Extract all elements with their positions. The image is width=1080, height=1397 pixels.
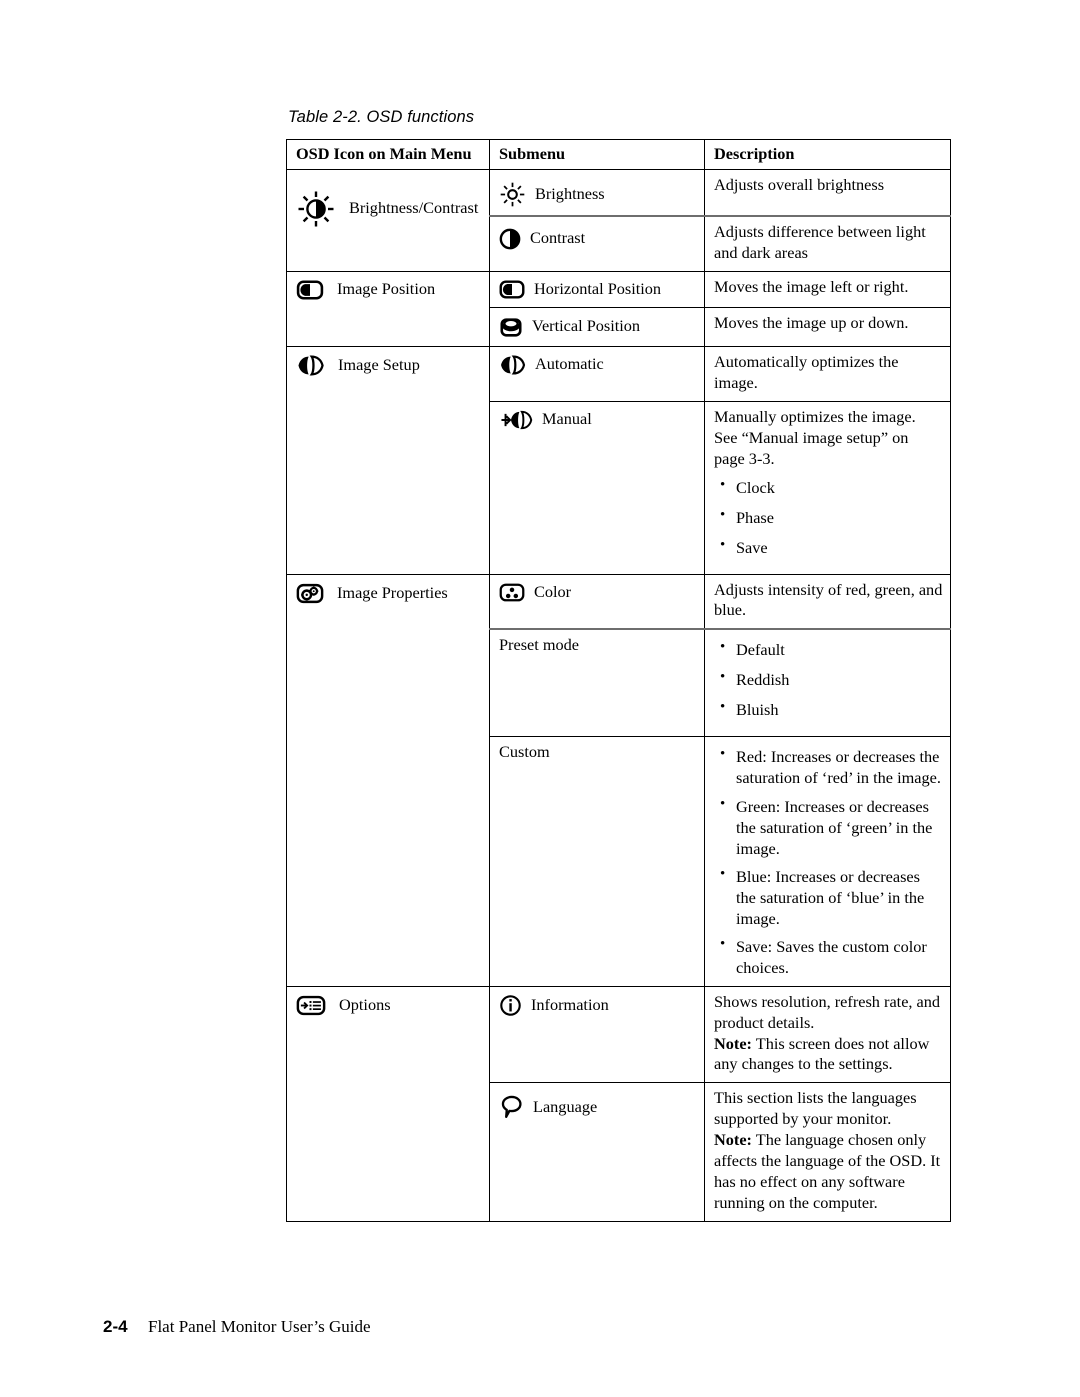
- list-item: Blue: Increases or decreases the saturat…: [714, 865, 943, 929]
- submenu-color: Color: [489, 573, 705, 630]
- submenu-label: Vertical Position: [532, 316, 641, 336]
- submenu-automatic: Automatic: [489, 345, 705, 402]
- main-menu-label: Options: [339, 994, 391, 1014]
- main-menu-image-position: Image Position: [286, 270, 490, 347]
- footer-title: Flat Panel Monitor User’s Guide: [148, 1317, 371, 1336]
- bullet-list: Default Reddish Bluish: [714, 638, 943, 720]
- brightness-sun-icon: [499, 181, 526, 208]
- header-osd-icon: OSD Icon on Main Menu: [286, 139, 490, 170]
- note-line: Note: The language chosen only affects t…: [714, 1130, 943, 1214]
- description-cell: Manually optimizes the image. See “Manua…: [704, 400, 951, 575]
- description-text: Adjusts difference between light and dar…: [714, 221, 926, 262]
- brightness-contrast-icon: [296, 189, 336, 229]
- image-properties-icon: [296, 582, 324, 605]
- main-menu-label: Image Properties: [337, 582, 448, 602]
- submenu-label: Contrast: [530, 228, 586, 248]
- submenu-horizontal-position: Horizontal Position: [489, 270, 705, 308]
- main-menu-label: Brightness/Contrast: [349, 198, 479, 218]
- main-menu-brightness-contrast: Brightness/Contrast: [286, 168, 490, 272]
- page-footer: 2-4 Flat Panel Monitor User’s Guide: [103, 1317, 371, 1337]
- submenu-preset-mode: Preset mode: [489, 628, 705, 738]
- list-item: Save: Saves the custom color choices.: [714, 935, 943, 978]
- color-icon: [499, 582, 525, 603]
- list-item: Green: Increases or decreases the satura…: [714, 794, 943, 859]
- submenu-custom: Custom: [489, 736, 705, 987]
- list-item: Phase: [714, 506, 943, 528]
- description-cell: Adjusts intensity of red, green, and blu…: [704, 573, 951, 630]
- information-icon: [499, 994, 522, 1017]
- description-text: Moves the image up or down.: [714, 312, 909, 332]
- submenu-label: Manual: [542, 409, 592, 429]
- description-cell: Automatically optimizes the image.: [704, 345, 951, 402]
- submenu-label: Information: [531, 994, 609, 1014]
- automatic-icon: [499, 354, 526, 376]
- table-header-row: OSD Icon on Main Menu Submenu Descriptio…: [286, 139, 951, 170]
- vertical-position-icon: [499, 315, 523, 339]
- description-text: Adjusts intensity of red, green, and blu…: [714, 579, 943, 620]
- description-cell: Adjusts difference between light and dar…: [704, 214, 951, 272]
- description-cell: Adjusts overall brightness: [704, 168, 951, 217]
- bullet-list: Clock Phase Save: [714, 475, 943, 558]
- bullet-list: Red: Increases or decreases the saturati…: [714, 745, 943, 978]
- list-item: Red: Increases or decreases the saturati…: [714, 745, 943, 788]
- description-text: Automatically optimizes the image.: [714, 351, 899, 392]
- manual-icon: [499, 409, 535, 431]
- table-row: Image Properties Color Adjusts intensity…: [286, 573, 951, 987]
- contrast-half-circle-icon: [499, 227, 521, 251]
- table-row: Image Setup Automatic Automatically opti…: [286, 345, 951, 575]
- description-cell: Default Reddish Bluish: [704, 628, 951, 738]
- description-text: This section lists the languages support…: [714, 1088, 917, 1129]
- submenu-information: Information: [489, 985, 705, 1084]
- image-position-icon: [296, 279, 324, 301]
- submenu-label: Language: [533, 1096, 598, 1116]
- submenu-label: Horizontal Position: [534, 278, 662, 298]
- description-text: Moves the image left or right.: [714, 276, 909, 296]
- document-page: Table 2-2. OSD functions OSD Icon on Mai…: [0, 0, 1080, 1397]
- submenu-label: Custom: [499, 742, 550, 762]
- main-menu-options: Options: [286, 985, 490, 1223]
- description-text: Manually optimizes the image. See “Manua…: [714, 406, 916, 468]
- table-row: Options Information Shows resolution, re…: [286, 985, 951, 1223]
- description-cell: Shows resolution, refresh rate, and prod…: [704, 985, 951, 1084]
- table-row: Image Position Horizontal Position Moves…: [286, 270, 951, 347]
- horizontal-position-icon: [499, 279, 525, 300]
- list-item: Clock: [714, 475, 943, 498]
- description-text: Shows resolution, refresh rate, and prod…: [714, 991, 941, 1032]
- list-item: Reddish: [714, 668, 943, 690]
- options-icon: [296, 994, 326, 1017]
- list-item: Default: [714, 638, 943, 660]
- submenu-label: Color: [534, 581, 572, 601]
- submenu-label: Preset mode: [499, 635, 580, 655]
- language-icon: [499, 1094, 524, 1120]
- submenu-vertical-position: Vertical Position: [489, 306, 705, 347]
- list-item: Bluish: [714, 698, 943, 720]
- main-menu-image-properties: Image Properties: [286, 573, 490, 987]
- image-setup-icon: [296, 354, 325, 377]
- submenu-manual: Manual: [489, 400, 705, 575]
- main-menu-image-setup: Image Setup: [286, 345, 490, 575]
- note-line: Note: This screen does not allow any cha…: [714, 1034, 943, 1076]
- osd-functions-table: OSD Icon on Main Menu Submenu Descriptio…: [286, 139, 951, 1223]
- submenu-language: Language: [489, 1082, 705, 1222]
- main-menu-label: Image Position: [337, 279, 436, 299]
- note-label: Note:: [714, 1033, 752, 1053]
- list-item: Save: [714, 536, 943, 558]
- header-submenu: Submenu: [489, 139, 705, 170]
- submenu-contrast: Contrast: [489, 214, 705, 272]
- description-cell: This section lists the languages support…: [704, 1082, 951, 1222]
- description-cell: Moves the image up or down.: [704, 306, 951, 347]
- description-text: Adjusts overall brightness: [714, 174, 885, 194]
- submenu-label: Automatic: [535, 354, 604, 374]
- table-caption: Table 2-2. OSD functions: [288, 108, 475, 126]
- main-menu-label: Image Setup: [338, 354, 420, 374]
- header-description: Description: [704, 139, 951, 170]
- note-label: Note:: [714, 1130, 752, 1150]
- footer-page-number: 2-4: [103, 1317, 128, 1336]
- description-cell: Red: Increases or decreases the saturati…: [704, 736, 951, 987]
- submenu-brightness: Brightness: [489, 168, 705, 217]
- table-row: Brightness/Contrast Brightness Adjusts o…: [286, 168, 951, 272]
- submenu-label: Brightness: [535, 183, 605, 203]
- description-cell: Moves the image left or right.: [704, 270, 951, 308]
